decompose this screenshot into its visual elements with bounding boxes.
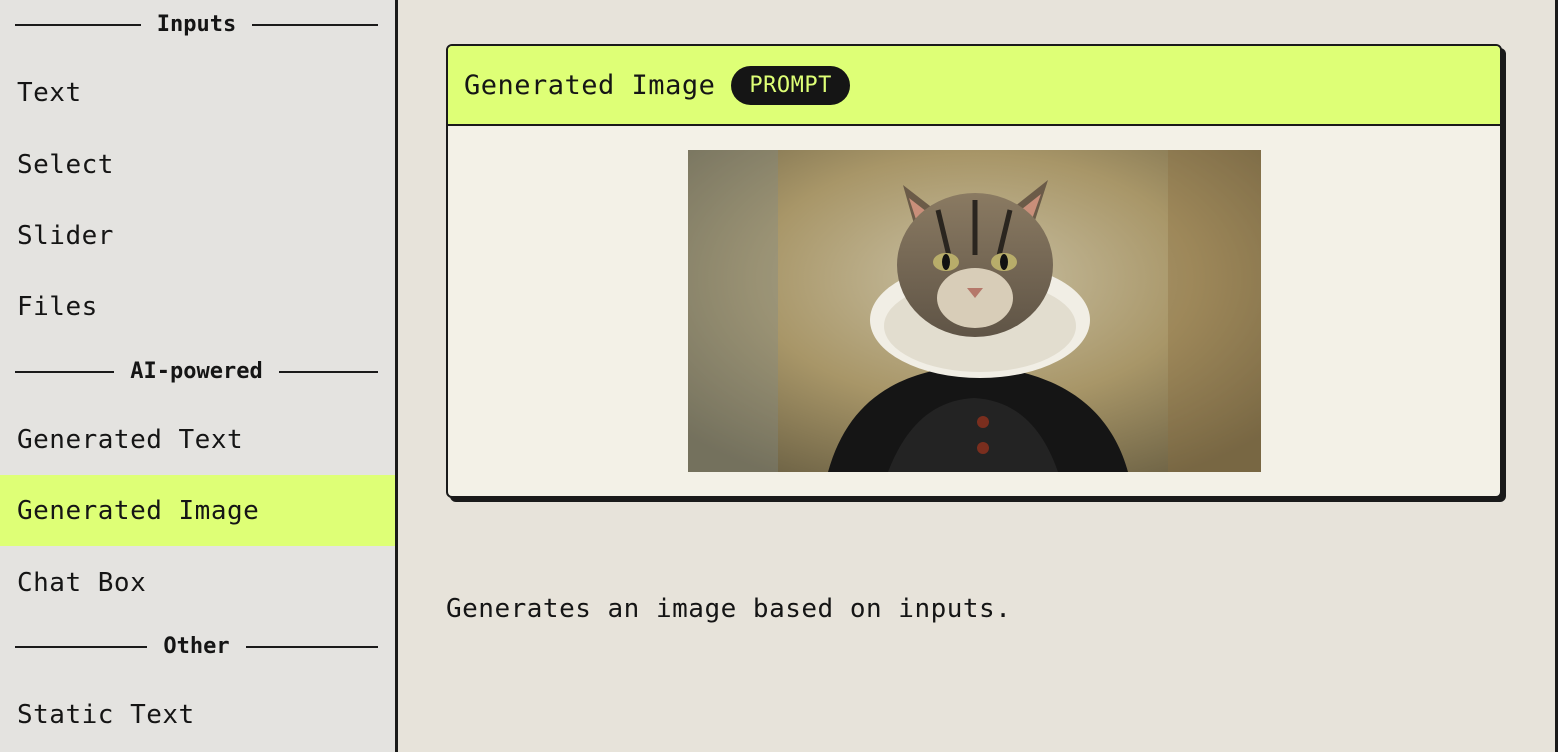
sidebar-item-text[interactable]: Text [0,57,395,128]
cat-portrait-icon [688,150,1261,472]
section-header-ai-powered: AI-powered [15,359,379,384]
card-header: Generated Image PROMPT [448,46,1500,126]
sidebar-item-static-text[interactable]: Static Text [0,679,395,750]
generated-image [688,150,1261,472]
sidebar-item-label: Generated Text [17,424,244,455]
sidebar-item-generated-image[interactable]: Generated Image [0,475,395,546]
sidebar-item-select[interactable]: Select [0,129,395,200]
section-header-label: Inputs [156,12,237,37]
sidebar-item-files[interactable]: Files [0,271,395,342]
section-header-other: Other [15,634,379,659]
divider [278,370,379,373]
sidebar-item-label: Files [17,291,98,322]
sidebar-item-label: Text [17,77,82,108]
main-content: Generated Image PROMPT Generates an imag… [398,0,1558,752]
app: Inputs Text Select Slider Files AI-power… [0,0,1558,752]
sidebar-item-label: Static Text [17,699,195,730]
sidebar-item-chat-box[interactable]: Chat Box [0,547,395,618]
divider [15,370,115,373]
sidebar-item-label: Select [17,149,114,180]
sidebar-item-slider[interactable]: Slider [0,200,395,271]
sidebar: Inputs Text Select Slider Files AI-power… [0,0,398,752]
divider [252,23,379,26]
section-header-label: AI-powered [130,359,263,384]
sidebar-item-label: Slider [17,220,114,251]
sidebar-item-generated-text[interactable]: Generated Text [0,404,395,475]
section-header-inputs: Inputs [15,12,379,37]
divider [245,645,379,648]
sidebar-item-label: Generated Image [17,495,260,526]
prompt-badge[interactable]: PROMPT [731,65,850,105]
divider [15,23,141,26]
generated-image-card: Generated Image PROMPT [446,44,1502,498]
divider [15,645,148,648]
card-title: Generated Image [464,69,716,101]
description-text: Generates an image based on inputs. [446,594,1012,624]
sidebar-item-label: Chat Box [17,567,147,598]
section-header-label: Other [163,634,230,659]
